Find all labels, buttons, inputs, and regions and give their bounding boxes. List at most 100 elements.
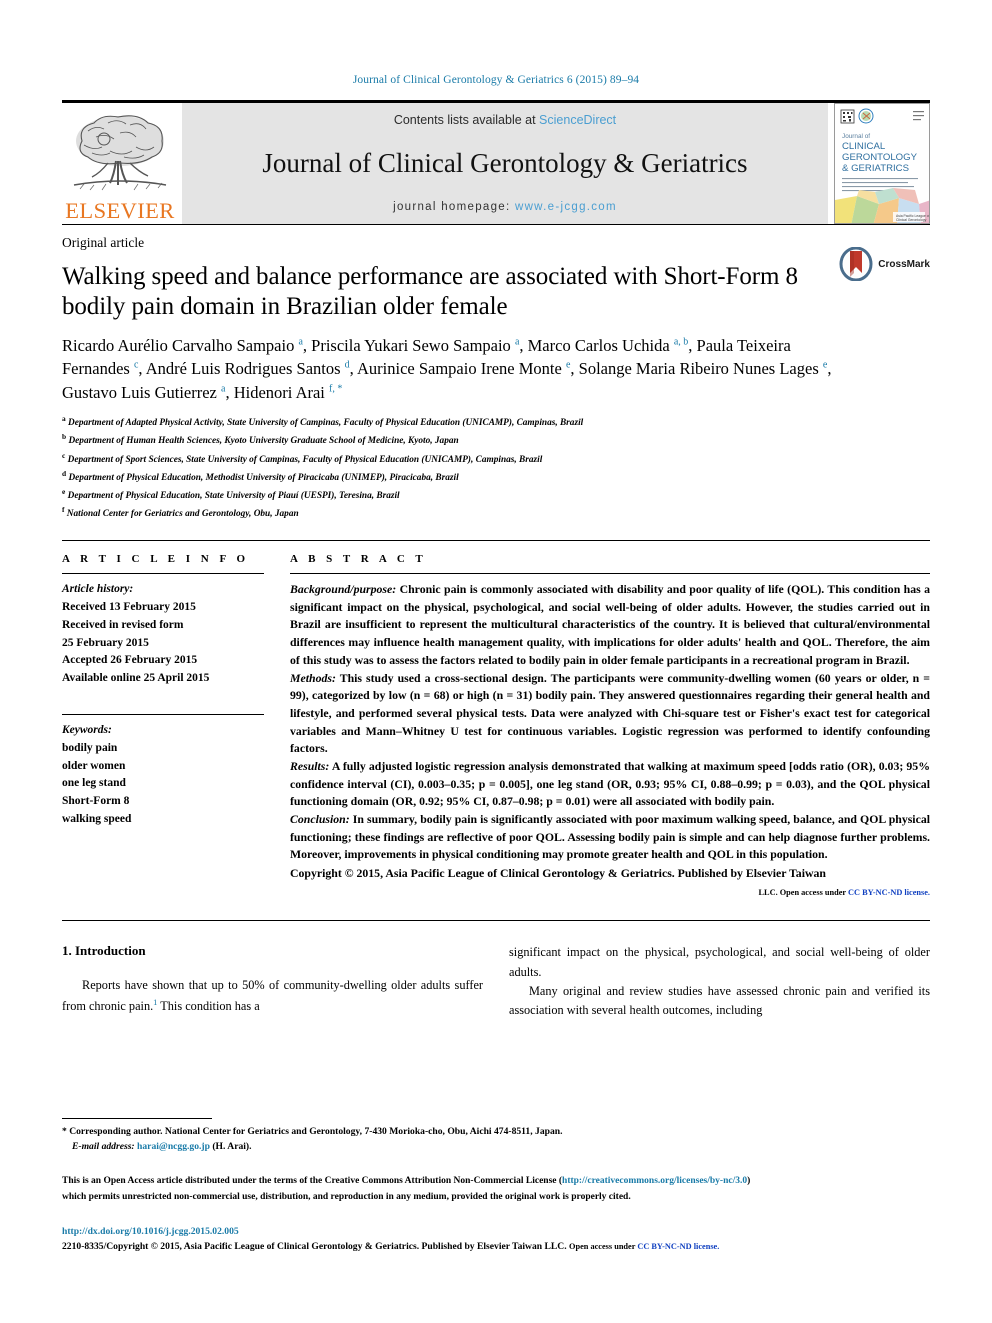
svg-text:Journal of: Journal of xyxy=(842,133,870,140)
affiliation-mark: f xyxy=(62,504,65,514)
keyword-item: Short-Form 8 xyxy=(62,795,130,808)
keywords-label: Keywords: xyxy=(62,723,112,736)
history-line: 25 February 2015 xyxy=(62,636,149,649)
affiliation-list: a Department of Adapted Physical Activit… xyxy=(62,413,930,522)
affiliation-text: Department of Physical Education, State … xyxy=(67,490,400,501)
affiliation-item: c Department of Sport Sciences, State Un… xyxy=(62,450,930,468)
abstract-section-text: In summary, bodily pain is significantly… xyxy=(290,812,930,862)
journal-masthead: ELSEVIER Contents lists available at Sci… xyxy=(62,100,930,224)
masthead-center: Contents lists available at ScienceDirec… xyxy=(182,103,828,224)
abstract-section-text: This study used a cross-sectional design… xyxy=(290,670,930,756)
open-access-line-2: which permits unrestricted non-commercia… xyxy=(62,1191,631,1202)
abstract-section-label: Results: xyxy=(290,758,330,773)
body-columns: 1. Introduction Reports have shown that … xyxy=(62,943,930,1019)
abstract-rule xyxy=(290,573,930,575)
footnote-rule xyxy=(62,1118,212,1119)
email-note: E-mail address: harai@ncgg.go.jp (H. Ara… xyxy=(62,1139,940,1154)
affiliation-mark: c xyxy=(62,450,66,460)
affiliation-mark: e xyxy=(62,486,66,496)
open-access-line-1: This is an Open Access article distribut… xyxy=(62,1174,940,1190)
elsevier-logo: ELSEVIER xyxy=(62,103,180,224)
contents-available-line: Contents lists available at ScienceDirec… xyxy=(394,113,616,127)
affiliation-item: e Department of Physical Education, Stat… xyxy=(62,486,930,504)
abstract-license-line: LLC. Open access under CC BY-NC-ND licen… xyxy=(290,883,930,901)
homepage-prefix: journal homepage: xyxy=(393,201,515,213)
info-abstract-region: A R T I C L E I N F O Article history: R… xyxy=(62,540,930,900)
footnote-block: * Corresponding author. National Center … xyxy=(62,1124,940,1154)
license-link[interactable]: CC BY-NC-ND license. xyxy=(848,888,930,897)
open-access-block: This is an Open Access article distribut… xyxy=(62,1174,940,1205)
keywords-block: Keywords: bodily pain older women one le… xyxy=(62,713,264,829)
contents-prefix: Contents lists available at xyxy=(393,113,540,127)
abstract-section: Background/purpose: Chronic pain is comm… xyxy=(290,581,930,669)
affiliation-item: b Department of Human Health Sciences, K… xyxy=(62,431,930,449)
email-label: E-mail address: xyxy=(72,1141,135,1153)
running-head: Journal of Clinical Gerontology & Geriat… xyxy=(352,74,640,86)
article-info-rule xyxy=(62,573,264,575)
open-access-prefix: LLC. Open access under xyxy=(758,887,849,897)
abstract-heading: A B S T R A C T xyxy=(290,553,427,566)
affiliation-mark: d xyxy=(62,468,67,478)
article-type: Original article xyxy=(62,235,145,250)
issn-license-link[interactable]: CC BY-NC-ND license. xyxy=(637,1242,719,1251)
email-suffix: (H. Arai). xyxy=(212,1141,252,1153)
affiliation-text: Department of Physical Education, Method… xyxy=(68,472,459,483)
homepage-link[interactable]: www.e-jcgg.com xyxy=(515,201,617,213)
keyword-item: walking speed xyxy=(62,813,132,826)
crossmark-badge[interactable]: CrossMark xyxy=(839,247,930,281)
elsevier-tree-icon xyxy=(73,114,167,190)
article-info-column: A R T I C L E I N F O Article history: R… xyxy=(62,553,290,900)
abstract-section: Results: A fully adjusted logistic regre… xyxy=(290,758,930,811)
affiliation-item: d Department of Physical Education, Meth… xyxy=(62,468,930,486)
affiliation-mark: b xyxy=(62,432,67,442)
keyword-item: older women xyxy=(62,759,126,772)
article-info-heading: A R T I C L E I N F O xyxy=(62,553,250,566)
body-column-left: 1. Introduction Reports have shown that … xyxy=(62,943,483,1019)
intro-paragraph-right-continued: significant impact on the physical, psyc… xyxy=(509,945,930,979)
svg-text:CLINICAL: CLINICAL xyxy=(842,141,886,152)
history-line: Received 13 February 2015 xyxy=(62,600,196,613)
page-title: Walking speed and balance performance ar… xyxy=(62,263,798,320)
affiliation-text: Department of Adapted Physical Activity,… xyxy=(68,418,584,429)
crossmark-label: CrossMark xyxy=(878,258,930,270)
keyword-item: one leg stand xyxy=(62,777,126,790)
elsevier-wordmark: ELSEVIER xyxy=(65,197,175,223)
crossmark-icon xyxy=(839,247,873,281)
keywords-rule xyxy=(62,713,264,715)
affiliation-text: National Center for Geriatrics and Geron… xyxy=(66,509,299,520)
affiliation-text: Department of Human Health Sciences, Kyo… xyxy=(68,436,459,447)
abstract-column: A B S T R A C T Background/purpose: Chro… xyxy=(290,553,930,900)
doi-link[interactable]: http://dx.doi.org/10.1016/j.jcgg.2015.02… xyxy=(62,1224,940,1239)
abstract-section-label: Background/purpose: xyxy=(290,582,397,597)
keyword-item: bodily pain xyxy=(62,741,118,754)
affiliation-text: Department of Sport Sciences, State Univ… xyxy=(67,454,543,465)
history-line: Received in revised form xyxy=(62,618,184,631)
journal-homepage-line: journal homepage: www.e-jcgg.com xyxy=(393,201,617,213)
issn-text: 2210-8335/Copyright © 2015, Asia Pacific… xyxy=(62,1241,570,1253)
cover-artwork: Journal of CLINICAL GERONTOLOGY & GERIAT… xyxy=(835,104,929,223)
abstract-section-text: A fully adjusted logistic regression ana… xyxy=(290,758,930,809)
svg-text:Clinical Gerontology: Clinical Gerontology xyxy=(896,218,927,222)
article-history-label: Article history: xyxy=(62,583,134,596)
abstract-section: Methods: This study used a cross-section… xyxy=(290,670,930,758)
corresponding-author-note: * Corresponding author. National Center … xyxy=(62,1126,563,1137)
abstract-bottom-rule xyxy=(62,920,930,922)
issn-copyright-line: 2210-8335/Copyright © 2015, Asia Pacific… xyxy=(62,1239,940,1254)
open-access-suffix: ) xyxy=(747,1176,751,1186)
affiliation-mark: a xyxy=(62,414,66,424)
intro-paragraph-right-2: Many original and review studies have as… xyxy=(509,983,930,1017)
doi-block: http://dx.doi.org/10.1016/j.jcgg.2015.02… xyxy=(62,1224,940,1255)
history-line: Accepted 26 February 2015 xyxy=(62,654,198,667)
sciencedirect-link[interactable]: ScienceDirect xyxy=(539,113,616,127)
author-list: Ricardo Aurélio Carvalho Sampaio a, Pris… xyxy=(62,336,832,402)
section-heading-introduction: 1. Introduction xyxy=(62,943,146,959)
issn-open-access-prefix: Open access under xyxy=(569,1242,638,1252)
creative-commons-link[interactable]: http://creativecommons.org/licenses/by-n… xyxy=(562,1176,747,1186)
abstract-section-label: Conclusion: xyxy=(290,812,350,827)
abstract-body: Background/purpose: Chronic pain is comm… xyxy=(290,581,930,900)
history-line: Available online 25 April 2015 xyxy=(62,672,210,685)
intro-paragraph-left: Reports have shown that up to 50% of com… xyxy=(62,978,483,1013)
journal-title: Journal of Clinical Gerontology & Geriat… xyxy=(262,148,748,179)
affiliation-item: a Department of Adapted Physical Activit… xyxy=(62,413,930,431)
email-link[interactable]: harai@ncgg.go.jp xyxy=(137,1141,210,1152)
